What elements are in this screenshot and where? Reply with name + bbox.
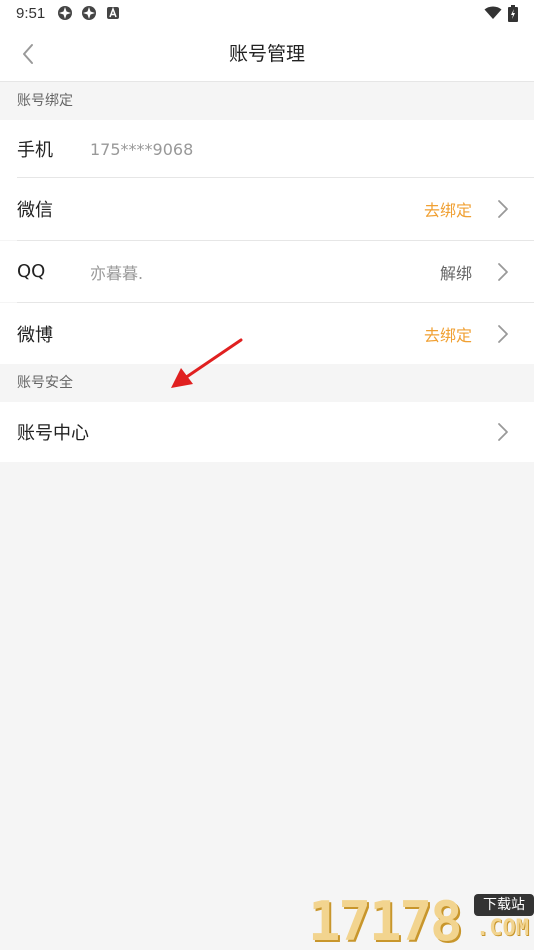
chevron-right-icon [498, 423, 508, 441]
qq-nickname-value: 亦暮暮. [90, 263, 144, 283]
chevron-right-icon [498, 262, 508, 281]
row-label: 手机 [17, 140, 53, 161]
notification-icons [57, 5, 121, 21]
annotation-arrow [171, 338, 243, 388]
watermark-badge: 下载站 [474, 894, 534, 916]
row-phone[interactable]: 手机 175****9068 [0, 120, 534, 178]
chevron-right-icon [498, 324, 508, 343]
row-account-center[interactable]: 账号中心 [0, 402, 534, 462]
account-management-screen: 9:51 账号管理 账号绑定 手机 175****9068 微信 去绑定 QQ … [0, 0, 534, 950]
row-label: 微博 [17, 324, 53, 346]
nav-bar: 账号管理 [0, 26, 534, 82]
unbind-qq-button[interactable]: 解绑 [440, 260, 472, 284]
system-icons [484, 4, 518, 22]
page-title: 账号管理 [228, 43, 305, 65]
font-a-icon [107, 6, 120, 19]
wifi-icon [484, 6, 502, 19]
bind-wechat-button[interactable]: 去绑定 [424, 197, 472, 221]
watermark-suffix: .COM [476, 916, 529, 941]
chevron-right-icon [498, 200, 508, 218]
watermark-digits: 17178 [308, 890, 463, 950]
row-qq[interactable]: QQ 亦暮暮. 解绑 [0, 241, 534, 302]
app-notification-icon [82, 6, 97, 20]
status-bar: 9:51 [0, 0, 534, 26]
status-time: 9:51 [16, 4, 46, 22]
row-label: 微信 [17, 200, 53, 221]
row-wechat[interactable]: 微信 去绑定 [0, 178, 534, 240]
row-weibo[interactable]: 微博 去绑定 [0, 303, 534, 364]
bind-weibo-button[interactable]: 去绑定 [424, 322, 472, 346]
row-label: 账号中心 [17, 423, 89, 444]
site-watermark: 17178 下载站 .COM [308, 886, 534, 950]
phone-number-value: 175****9068 [90, 139, 194, 159]
row-label: QQ [17, 261, 46, 282]
section-header-security: 账号安全 [0, 364, 534, 402]
section-header-binding: 账号绑定 [0, 82, 534, 120]
battery-icon [508, 4, 518, 22]
app-notification-icon [58, 6, 73, 20]
